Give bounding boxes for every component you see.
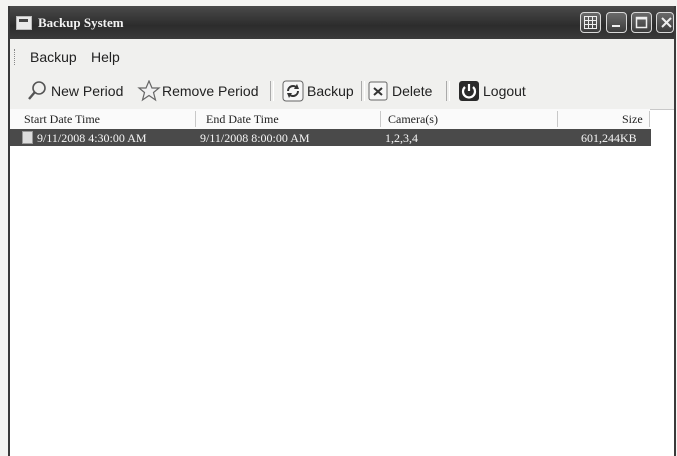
new-period-label: New Period [51,83,124,99]
delete-label: Delete [392,83,433,99]
backup-button[interactable]: Backup [282,79,354,103]
toolbar-separator [361,81,365,101]
grid-icon[interactable] [580,12,601,33]
remove-period-label: Remove Period [162,83,259,99]
window-title: Backup System [38,15,124,30]
star-icon [137,79,161,102]
minimize-icon [612,25,620,27]
column-divider[interactable] [195,111,196,127]
menu-bar: Backup Help [10,39,674,73]
remove-period-button[interactable]: Remove Period [137,79,259,103]
column-header-size[interactable]: Size [622,112,643,127]
delete-icon [367,80,389,102]
table-row[interactable]: 9/11/2008 4:30:00 AM 9/11/2008 8:00:00 A… [10,129,651,146]
table-header: Start Date Time End Date Time Camera(s) … [10,109,650,130]
cell-size: 601,244KB [581,131,637,145]
cell-start: 9/11/2008 4:30:00 AM [37,131,147,145]
toolbar-separator [270,81,274,101]
title-bar[interactable]: Backup System [10,6,674,39]
app-window: Backup System Backup Help New Period Rem… [8,6,676,456]
delete-button[interactable]: Delete [367,79,432,103]
menu-backup[interactable]: Backup [30,49,77,65]
column-header-start[interactable]: Start Date Time [24,112,100,127]
column-divider[interactable] [380,111,381,127]
minimize-button[interactable] [606,12,627,33]
backup-label: Backup [307,83,354,99]
new-period-button[interactable]: New Period [26,79,123,103]
maximize-icon [635,16,648,29]
power-icon [458,80,480,102]
cell-cameras: 1,2,3,4 [385,131,418,145]
close-button[interactable] [656,12,674,33]
column-divider[interactable] [649,111,650,127]
magnifier-icon [26,80,48,102]
logout-button[interactable]: Logout [458,79,526,103]
logout-label: Logout [483,83,526,99]
cell-end: 9/11/2008 8:00:00 AM [200,131,310,145]
menu-help[interactable]: Help [91,49,120,65]
app-icon [16,16,32,30]
toolbar: New Period Remove Period Backup Delete L… [10,73,674,110]
menu-grip [14,49,17,65]
close-icon [661,17,672,28]
maximize-button[interactable] [631,12,652,33]
refresh-icon [282,80,304,102]
toolbar-separator [446,81,450,101]
column-divider[interactable] [557,111,558,127]
column-header-end[interactable]: End Date Time [206,112,279,127]
file-icon [22,131,33,144]
column-header-cameras[interactable]: Camera(s) [388,112,438,127]
